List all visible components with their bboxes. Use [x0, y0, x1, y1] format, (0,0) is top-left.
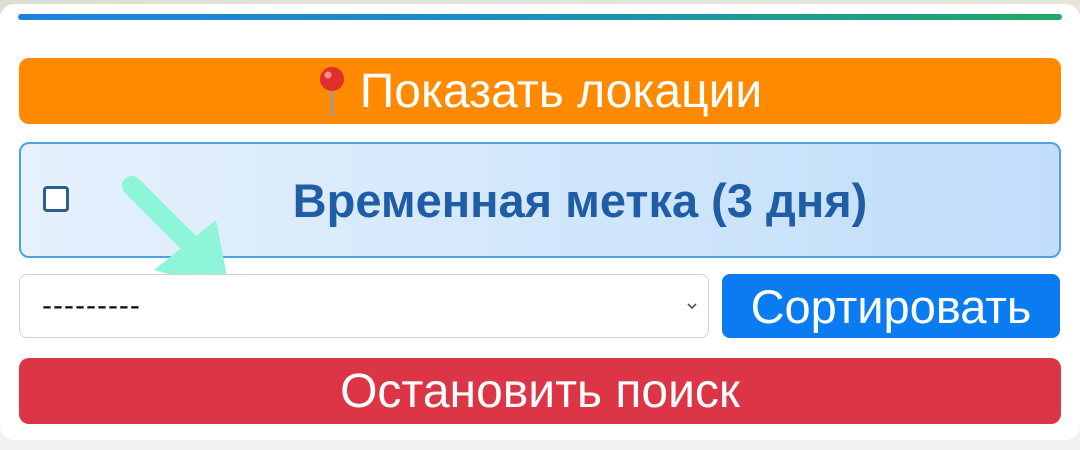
temporary-mark-checkbox[interactable]: [43, 186, 69, 212]
stop-search-button[interactable]: Остановить поиск: [19, 358, 1061, 424]
progress-fill: [18, 14, 1062, 20]
sort-button[interactable]: Сортировать: [722, 274, 1060, 338]
sort-select[interactable]: ---------: [19, 274, 709, 338]
chevron-down-icon: [687, 303, 697, 310]
temporary-mark-option[interactable]: Временная метка (3 дня): [19, 142, 1061, 258]
show-locations-label: Показать локации: [359, 64, 763, 118]
sort-select-value: ---------: [42, 289, 141, 322]
progress-bar: [18, 14, 1062, 20]
map-pin-icon: [319, 67, 344, 117]
temporary-mark-label: Временная метка (3 дня): [292, 173, 868, 227]
show-locations-button[interactable]: Показать локации: [19, 58, 1061, 124]
